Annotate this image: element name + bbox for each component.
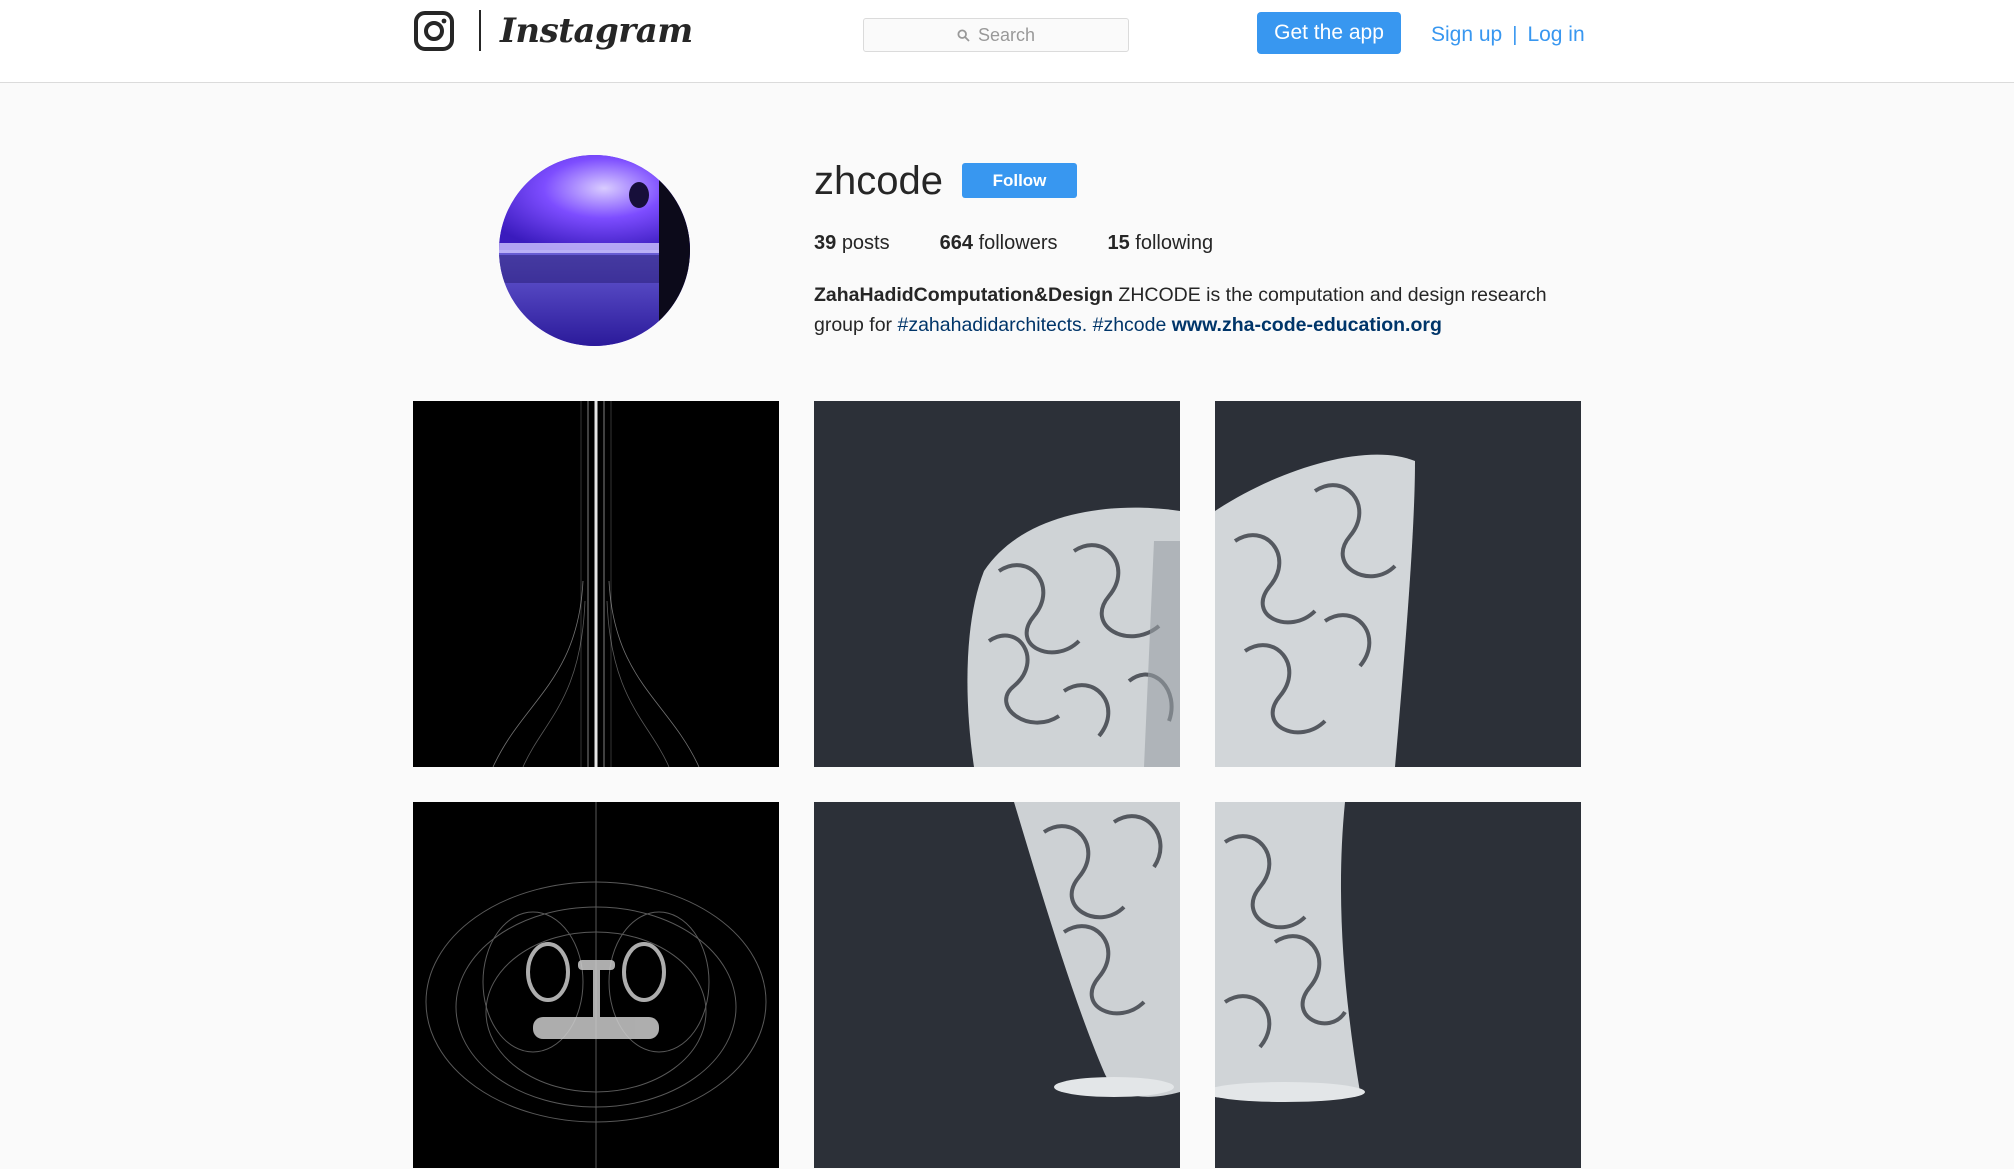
get-the-app-button[interactable]: Get the app (1257, 12, 1401, 54)
search-icon (957, 28, 970, 42)
instagram-camera-icon[interactable] (413, 10, 455, 52)
search-placeholder: Search (977, 24, 1036, 45)
followers-label: followers (978, 232, 1058, 254)
follow-button[interactable]: Follow (962, 163, 1077, 198)
auth-links: Sign up | Log in (1431, 20, 1585, 50)
instagram-wordmark[interactable]: Instagram (500, 6, 693, 56)
posts-label: posts (841, 232, 890, 254)
profile-username: zhcode (814, 159, 943, 203)
hashtag-link-zahahadidarchitects[interactable]: #zahahadidarchitects. (897, 314, 1087, 336)
post-thumbnail[interactable] (1215, 401, 1581, 767)
following-label: following (1135, 232, 1214, 254)
following-stat[interactable]: 15 following (1107, 230, 1213, 256)
followers-count: 664 (939, 232, 973, 254)
website-link[interactable]: www.zha-code-education.org (1172, 314, 1442, 336)
search-input[interactable]: Search (863, 18, 1129, 52)
following-count: 15 (1107, 232, 1130, 254)
followers-stat[interactable]: 664 followers (940, 230, 1058, 256)
logo-divider (479, 10, 481, 51)
post-thumbnail[interactable] (1215, 802, 1581, 1168)
sign-up-link[interactable]: Sign up (1431, 20, 1502, 50)
profile-avatar[interactable] (499, 155, 690, 346)
profile-full-name: ZahaHadidComputation&Design (814, 284, 1114, 306)
top-navigation-bar: Instagram Search Get the app Sign up | L… (0, 0, 2014, 83)
post-thumbnail[interactable] (413, 802, 779, 1168)
profile-bio: ZahaHadidComputation&Design ZHCODE is th… (814, 280, 1574, 340)
posts-stat: 39 posts (814, 230, 890, 256)
profile-stats: 39 posts 664 followers 15 following (814, 230, 1263, 256)
auth-separator: | (1512, 24, 1518, 46)
hashtag-link-zhcode[interactable]: #zhcode (1093, 314, 1167, 336)
post-thumbnail[interactable] (814, 401, 1180, 767)
post-thumbnail[interactable] (814, 802, 1180, 1168)
posts-count: 39 (814, 232, 837, 254)
log-in-link[interactable]: Log in (1527, 20, 1584, 50)
post-thumbnail[interactable] (413, 401, 779, 767)
